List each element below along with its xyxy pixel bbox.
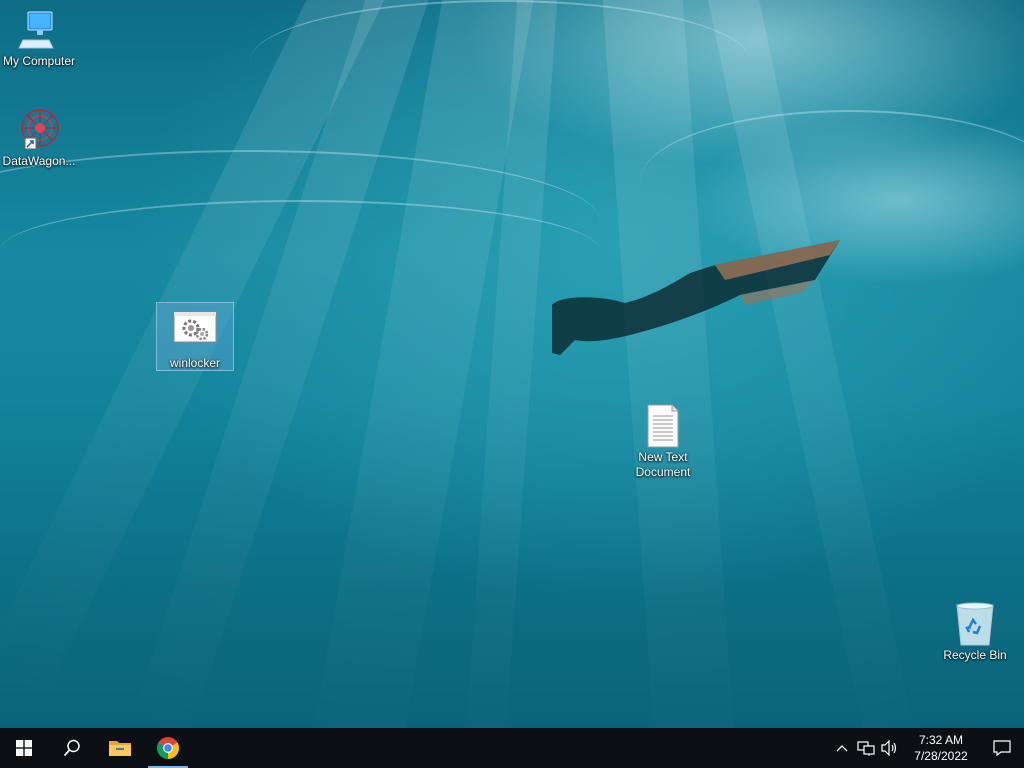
taskbar: 7:32 AM 7/28/2022	[0, 728, 1024, 768]
desktop-icon-label: DataWagon...	[2, 154, 76, 168]
desktop-wallpaper[interactable]	[0, 0, 1024, 728]
network-button[interactable]	[854, 728, 878, 768]
desktop-icon-label: Recycle Bin	[943, 648, 1007, 662]
search-button[interactable]	[48, 728, 96, 768]
text-document-icon	[639, 404, 687, 448]
search-icon	[63, 739, 80, 757]
clock-time: 7:32 AM	[918, 733, 964, 747]
desktop-icon-label: New Text Document	[635, 450, 691, 479]
taskbar-file-explorer[interactable]	[96, 728, 144, 768]
volume-icon	[881, 740, 897, 756]
start-button[interactable]	[0, 728, 48, 768]
desktop-icon-label: My Computer	[2, 54, 76, 68]
desktop-icon-datawagon[interactable]: DataWagon...	[1, 108, 77, 169]
computer-icon	[15, 8, 63, 52]
desktop-icon-my-computer[interactable]: My Computer	[1, 8, 77, 69]
system-tray: 7:32 AM 7/28/2022	[830, 728, 1024, 768]
diver-silhouette	[552, 240, 840, 355]
desktop-icon-recycle-bin[interactable]: Recycle Bin	[937, 602, 1013, 663]
desktop-icon-new-text-document[interactable]: New Text Document	[625, 404, 701, 480]
datawagon-icon	[15, 108, 63, 152]
taskbar-chrome[interactable]	[144, 728, 192, 768]
recycle-bin-icon	[951, 602, 999, 646]
notification-icon	[993, 740, 1011, 756]
clock-date: 7/28/2022	[914, 749, 968, 763]
windows-start-icon	[16, 740, 32, 756]
action-center-button[interactable]	[980, 728, 1024, 768]
clock[interactable]: 7:32 AM 7/28/2022	[902, 732, 980, 764]
show-hidden-icons-button[interactable]	[830, 728, 854, 768]
folder-icon	[109, 741, 131, 756]
network-icon	[857, 741, 875, 756]
chevron-up-icon	[836, 745, 848, 752]
desktop-icon-label: winlocker	[169, 356, 220, 370]
chrome-icon	[157, 737, 179, 759]
executable-gears-icon	[171, 310, 219, 354]
desktop-icon-winlocker[interactable]: winlocker	[156, 302, 234, 371]
volume-button[interactable]	[878, 728, 902, 768]
